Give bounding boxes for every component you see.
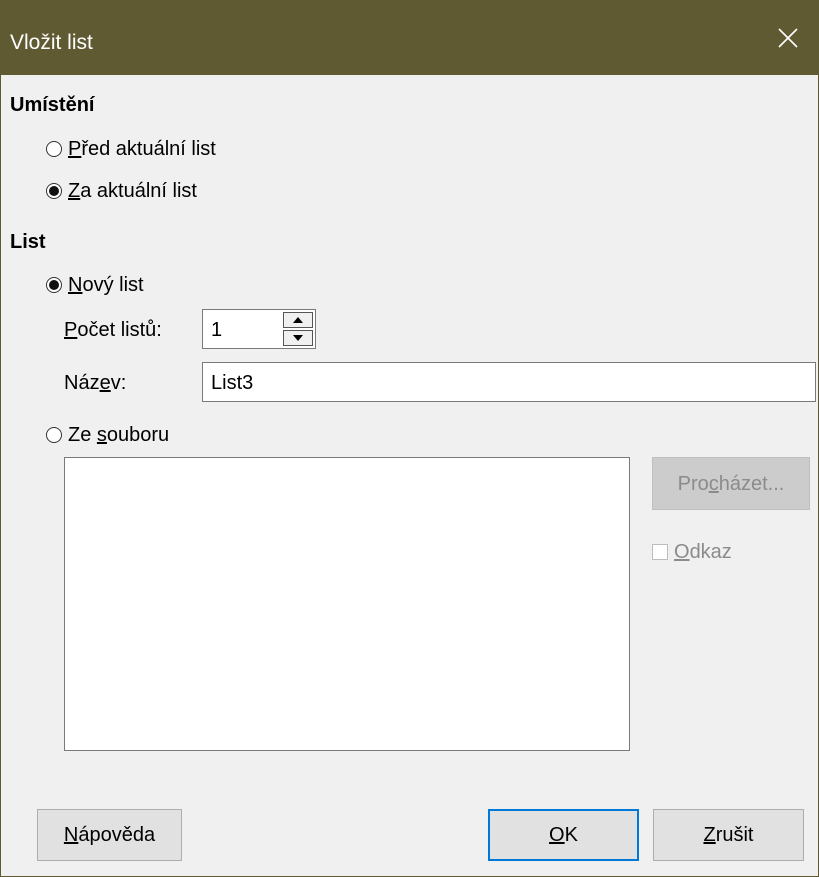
radio-new-sheet[interactable]: Nový list (46, 273, 144, 297)
help-button[interactable]: Nápověda (37, 809, 182, 861)
radio-label: Před aktuální list (68, 138, 216, 160)
decrement-button[interactable] (283, 330, 313, 346)
checkbox-label: Odkaz (674, 541, 732, 563)
ok-button[interactable]: OK (488, 809, 639, 861)
placement-heading: Umístění (10, 94, 95, 116)
sheet-count-spinner[interactable]: 1 (202, 309, 316, 349)
cancel-button[interactable]: Zrušit (653, 809, 804, 861)
close-icon (778, 28, 798, 48)
radio-indicator (46, 141, 62, 157)
radio-label: Za aktuální list (68, 180, 197, 202)
checkbox-indicator (652, 544, 668, 560)
arrow-down-icon (293, 335, 303, 341)
sheet-name-value[interactable]: List3 (211, 371, 253, 395)
browse-button[interactable]: Pro c házet... (652, 457, 810, 510)
radio-indicator (46, 277, 62, 293)
radio-after-current-sheet[interactable]: Za aktuální list (46, 179, 197, 203)
radio-label: Nový list (68, 274, 144, 296)
sheet-count-label: Počet listů: (64, 319, 162, 341)
radio-from-file[interactable]: Ze souboru (46, 423, 169, 447)
increment-button[interactable] (283, 312, 313, 328)
close-button[interactable] (758, 1, 818, 75)
insert-sheet-dialog: Vložit list Umístění Před aktuální list … (0, 0, 819, 877)
sheet-count-value[interactable]: 1 (211, 318, 222, 342)
sheet-name-input[interactable]: List3 (202, 362, 816, 402)
sheet-heading: List (10, 231, 46, 253)
spinner-buttons (283, 312, 313, 346)
radio-indicator (46, 427, 62, 443)
title-bar: Vložit list (1, 1, 818, 75)
dialog-title: Vložit list (10, 31, 93, 54)
arrow-up-icon (293, 317, 303, 323)
radio-indicator (46, 183, 62, 199)
radio-label: Ze souboru (68, 424, 170, 446)
file-sheets-list[interactable] (64, 457, 630, 751)
link-checkbox[interactable]: Odkaz (652, 540, 732, 564)
radio-before-current-sheet[interactable]: Před aktuální list (46, 137, 216, 161)
sheet-name-label: Název: (64, 372, 127, 394)
